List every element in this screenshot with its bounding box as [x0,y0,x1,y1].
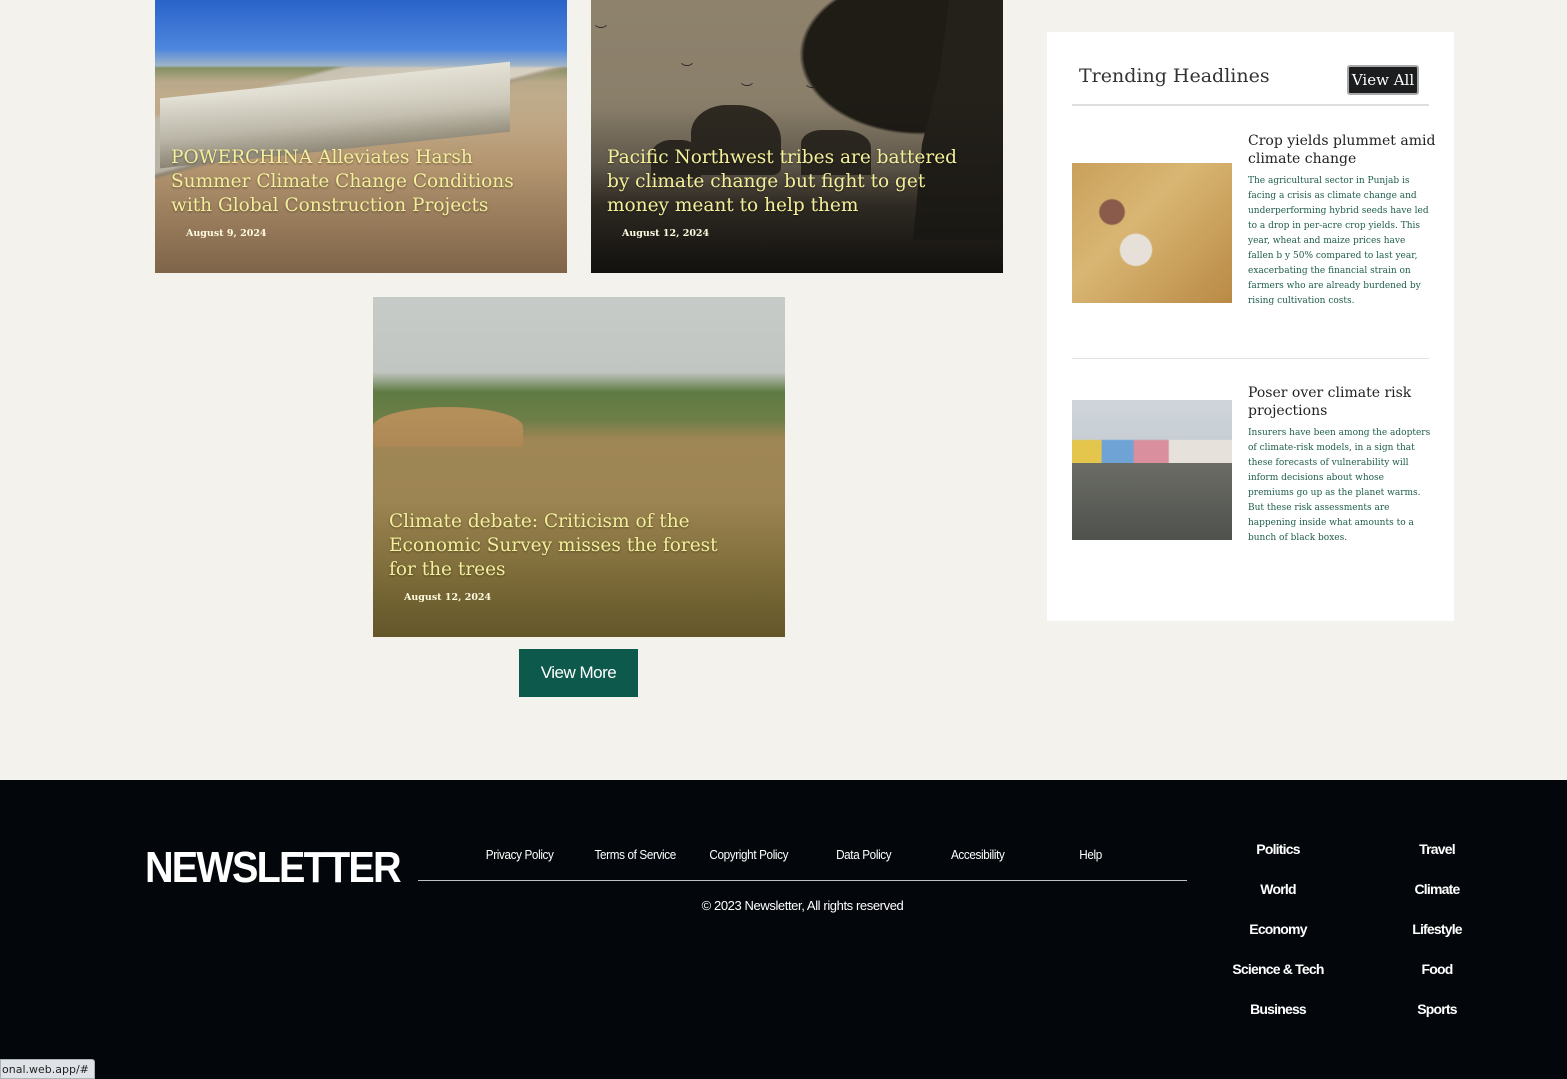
footer-category[interactable]: World [1218,881,1338,897]
article-date: August 9, 2024 [186,228,267,239]
view-all-button[interactable]: View All [1347,65,1419,95]
article-card[interactable]: ︶ ︶ ︶ ︶ Pacific Northwest tribes are bat… [591,0,1003,273]
article-title[interactable]: Pacific Northwest tribes are battered by… [607,146,963,218]
footer-category[interactable]: Climate [1377,881,1497,897]
article-date: August 12, 2024 [622,228,710,239]
footer-category[interactable]: Food [1377,961,1497,977]
footer-divider [418,880,1187,881]
article-card[interactable]: Climate debate: Criticism of the Economi… [373,297,785,637]
trending-headline[interactable]: Crop yields plummet amid climate change [1248,132,1438,168]
article-title[interactable]: Climate debate: Criticism of the Economi… [389,510,745,582]
footer: NEWSLETTER Privacy Policy Terms of Servi… [0,780,1567,1079]
trending-headlines-panel: Trending Headlines View All Crop yields … [1047,32,1454,621]
footer-category[interactable]: Travel [1377,841,1497,857]
footer-link-accessibility[interactable]: Accesibility [951,847,1005,862]
footer-category[interactable]: Politics [1218,841,1338,857]
article-date: August 12, 2024 [404,592,492,603]
flooded-houses-image [1072,400,1232,540]
divider [1072,104,1429,106]
footer-link-data-policy[interactable]: Data Policy [836,847,892,862]
footer-category[interactable]: Science & Tech [1218,961,1338,977]
footer-category[interactable]: Business [1218,1001,1338,1017]
divider [1072,358,1429,359]
footer-link-terms[interactable]: Terms of Service [595,847,677,862]
trending-summary: Insurers have been among the adopters of… [1248,428,1431,543]
trending-headline[interactable]: Poser over climate risk projections [1248,384,1438,420]
footer-logo[interactable]: NEWSLETTER [145,843,402,893]
footer-link-copyright[interactable]: Copyright Policy [709,847,788,862]
status-bar-url: onal.web.app/# [0,1059,95,1079]
trending-summary: The agricultural sector in Punjab is fac… [1248,176,1429,306]
footer-category[interactable]: Lifestyle [1377,921,1497,937]
wheat-harvest-image [1072,163,1232,303]
footer-category[interactable]: Sports [1377,1001,1497,1017]
trending-title: Trending Headlines [1079,65,1270,87]
view-more-button[interactable]: View More [519,649,638,697]
footer-category[interactable]: Economy [1218,921,1338,937]
article-card[interactable]: POWERCHINA Alleviates Harsh Summer Clima… [155,0,567,273]
article-title[interactable]: POWERCHINA Alleviates Harsh Summer Clima… [171,146,527,218]
copyright-text: © 2023 Newsletter, All rights reserved [701,898,904,913]
footer-link-help[interactable]: Help [1079,847,1102,862]
footer-link-privacy[interactable]: Privacy Policy [486,847,554,862]
